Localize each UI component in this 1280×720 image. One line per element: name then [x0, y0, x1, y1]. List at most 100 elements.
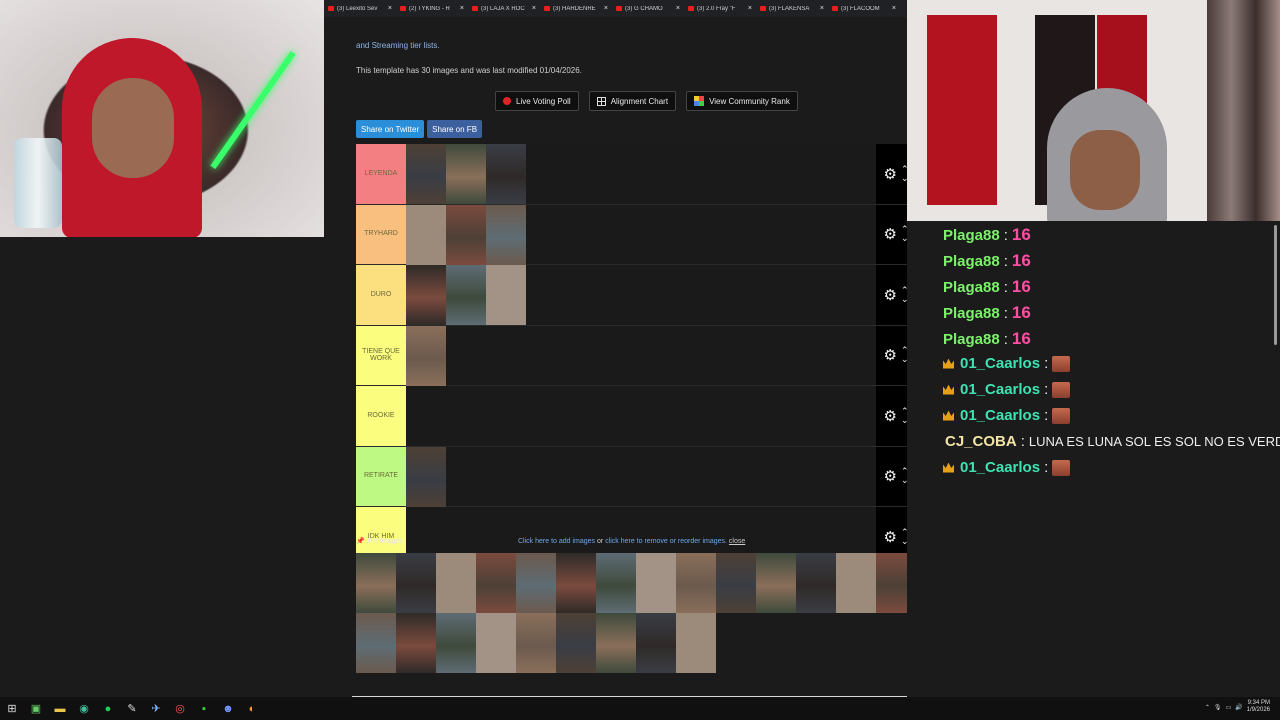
tier-items[interactable]	[406, 265, 876, 325]
tier-image[interactable]	[556, 553, 596, 613]
tier-items[interactable]	[406, 204, 876, 265]
browser-tab[interactable]: (2) TYKING - R ×	[396, 0, 468, 17]
chrome-icon[interactable]: ◉	[72, 697, 96, 720]
tier-image[interactable]	[596, 553, 636, 613]
tier-image[interactable]	[356, 553, 396, 613]
gear-icon[interactable]: ⚙	[884, 467, 897, 485]
tier-image[interactable]	[406, 265, 446, 325]
volume-icon[interactable]: 🔊	[1235, 704, 1242, 711]
tier-image[interactable]	[756, 553, 796, 613]
tier-image[interactable]	[396, 613, 436, 673]
tier-image[interactable]	[396, 553, 436, 613]
chat-username[interactable]: Plaga88	[943, 227, 1000, 244]
tier-items[interactable]	[406, 386, 876, 446]
tier-image[interactable]	[676, 553, 716, 613]
browser-tab[interactable]: (3) 2.0 Fray "F ×	[684, 0, 756, 17]
tier-image[interactable]	[516, 613, 556, 673]
pin-images-toggle[interactable]: 📌 Pin Images	[356, 537, 403, 545]
gear-icon[interactable]: ⚙	[884, 225, 897, 243]
chat-username[interactable]: CJ_COBA	[945, 433, 1017, 450]
tier-label[interactable]: TIENE QUE WORK	[356, 325, 406, 385]
gear-icon[interactable]: ⚙	[884, 286, 897, 304]
live-poll-button[interactable]: Live Voting Poll	[495, 91, 579, 111]
tier-image[interactable]	[596, 613, 636, 673]
close-tab-icon[interactable]: ×	[892, 5, 896, 12]
tier-items[interactable]	[406, 325, 876, 386]
tier-label[interactable]: TRYHARD	[356, 204, 406, 264]
browser-app-icon[interactable]: ◐	[240, 697, 264, 720]
chat-username[interactable]: Plaga88	[943, 279, 1000, 296]
gear-icon[interactable]: ⚙	[884, 346, 897, 364]
chat-username[interactable]: 01_Caarlos	[960, 355, 1040, 372]
tier-image[interactable]	[716, 553, 756, 613]
steam-icon[interactable]: ✈	[144, 697, 168, 720]
tier-image[interactable]	[636, 613, 676, 673]
community-rank-button[interactable]: View Community Rank	[686, 91, 798, 111]
tier-image[interactable]	[406, 144, 446, 204]
tray-chevron-icon[interactable]: ⌃	[1205, 704, 1210, 711]
pen-icon[interactable]: ✎	[120, 697, 144, 720]
windows-start-icon[interactable]: ⊞	[0, 697, 24, 720]
mic-icon[interactable]: 🎙	[1214, 704, 1222, 711]
share-facebook-button[interactable]: Share on FB	[427, 120, 483, 138]
reorder-images-link[interactable]: click here to remove or reorder images.	[605, 538, 727, 545]
browser-tab[interactable]: (3) FLACOOM ×	[828, 0, 900, 17]
tier-image[interactable]	[486, 204, 526, 265]
app-green-icon[interactable]: ▪	[192, 697, 216, 720]
tier-image[interactable]	[836, 553, 876, 613]
gear-icon[interactable]: ⚙	[884, 165, 897, 183]
tier-image[interactable]	[796, 553, 836, 613]
tier-image[interactable]	[486, 144, 526, 204]
file-explorer-icon[interactable]: ▬	[48, 697, 72, 720]
tier-image[interactable]	[556, 613, 596, 673]
tier-image[interactable]	[356, 613, 396, 673]
add-images-link[interactable]: Click here to add images	[518, 538, 595, 545]
close-tab-icon[interactable]: ×	[604, 5, 608, 12]
close-tab-icon[interactable]: ×	[676, 5, 680, 12]
browser-tab[interactable]: (3) Leexito Sev ×	[324, 0, 396, 17]
obs-icon[interactable]: ◎	[168, 697, 192, 720]
browser-tab[interactable]: (3) G CHAMO ×	[612, 0, 684, 17]
tier-image[interactable]	[476, 613, 516, 673]
chat-username[interactable]: Plaga88	[943, 253, 1000, 270]
tier-image[interactable]	[486, 265, 526, 325]
streaming-tier-link[interactable]: and Streaming tier lists.	[356, 41, 440, 50]
tier-image[interactable]	[436, 613, 476, 673]
tier-image[interactable]	[476, 553, 516, 613]
close-link[interactable]: close	[729, 538, 745, 545]
browser-tab[interactable]: (3) LAJA X ROC ×	[468, 0, 540, 17]
share-twitter-button[interactable]: Share on Twitter	[356, 120, 425, 138]
tier-image[interactable]	[436, 553, 476, 613]
browser-tab[interactable]: (3) HARDENRE ×	[540, 0, 612, 17]
tier-image[interactable]	[516, 553, 556, 613]
tier-image[interactable]	[636, 553, 676, 613]
chat-username[interactable]: 01_Caarlos	[960, 381, 1040, 398]
tier-image[interactable]	[676, 613, 716, 673]
tier-image[interactable]	[446, 144, 486, 204]
discord-icon[interactable]: ☻	[216, 697, 240, 720]
close-tab-icon[interactable]: ×	[460, 5, 464, 12]
spotify-icon[interactable]: ●	[96, 697, 120, 720]
chat-scrollbar[interactable]	[1274, 225, 1277, 345]
chat-username[interactable]: 01_Caarlos	[960, 459, 1040, 476]
gear-icon[interactable]: ⚙	[884, 407, 897, 425]
close-tab-icon[interactable]: ×	[820, 5, 824, 12]
browser-tab[interactable]: (3) FLAKENSA ×	[756, 0, 828, 17]
tier-label[interactable]: ROOKIE	[356, 386, 406, 446]
close-tab-icon[interactable]: ×	[748, 5, 752, 12]
tier-label[interactable]: LEYENDA	[356, 144, 406, 204]
tier-image[interactable]	[446, 265, 486, 325]
tier-label[interactable]: RETIRATE	[356, 446, 406, 506]
alignment-chart-button[interactable]: Alignment Chart	[588, 91, 677, 111]
chat-username[interactable]: Plaga88	[943, 331, 1000, 348]
tier-items[interactable]	[406, 144, 876, 204]
network-icon[interactable]: ▭	[1225, 704, 1231, 711]
tier-image[interactable]	[406, 325, 446, 386]
tier-image[interactable]	[406, 446, 446, 507]
chat-username[interactable]: Plaga88	[943, 305, 1000, 322]
clock[interactable]: 9:34 PM 1/9/2026	[1247, 700, 1270, 714]
chat-username[interactable]: 01_Caarlos	[960, 407, 1040, 424]
tier-label[interactable]: DURO	[356, 265, 406, 325]
tier-items[interactable]	[406, 446, 876, 507]
terminal-icon[interactable]: ▣	[24, 697, 48, 720]
